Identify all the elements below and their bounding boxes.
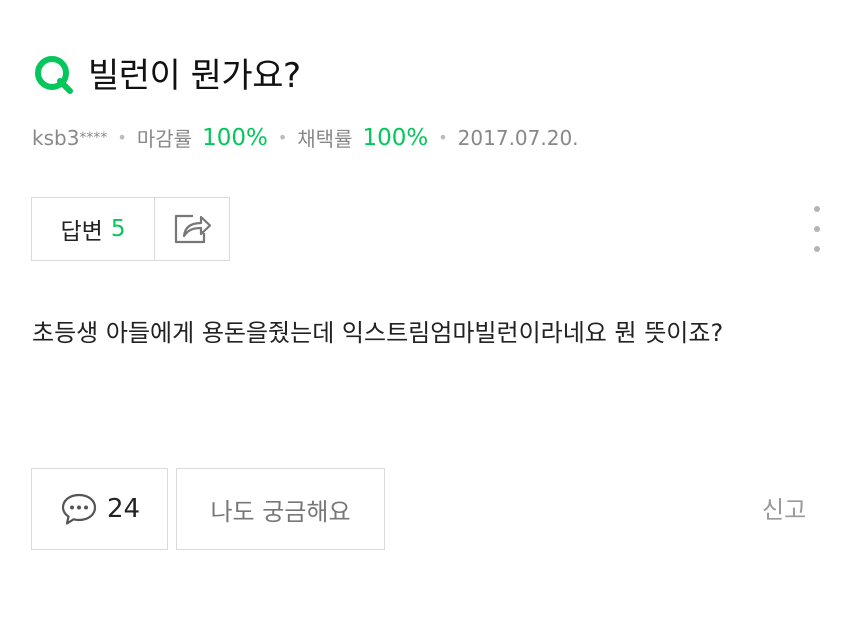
more-icon[interactable] [810,206,824,252]
share-button[interactable] [155,198,229,260]
question-header: 빌런이 뭔가요? [32,48,301,97]
meta-separator: • [117,128,127,147]
answer-share-group: 답변 5 [31,197,230,261]
comment-icon [61,493,97,525]
question-meta: ksb3**** • 마감률 100% • 채택률 100% • 2017.07… [32,123,579,152]
meta-separator: • [277,128,288,147]
adopt-label: 채택률 [297,127,353,151]
q-icon [35,55,73,94]
question-body: 초등생 아들에게 용돈을줬는데 익스트림엄마빌런이라네요 뭔 뜻이죠? [32,319,724,347]
answer-count: 5 [110,216,126,242]
deadline-rate: 100% [202,124,268,151]
answer-label: 답변 [60,219,103,245]
comment-count: 24 [106,494,141,524]
adopt-rate: 100% [362,124,429,151]
curious-button[interactable]: 나도 궁금해요 [176,468,385,550]
page-title: 빌런이 뭔가요? [88,56,301,96]
deadline-label: 마감률 [136,127,193,151]
comment-button[interactable]: 24 [31,468,168,550]
answer-button[interactable]: 답변 5 [32,198,155,260]
question-date: 2017.07.20. [457,125,579,150]
author-name[interactable]: ksb3**** [32,126,107,150]
share-icon [174,214,212,244]
report-link[interactable]: 신고 [762,490,806,525]
meta-separator: • [438,128,448,147]
